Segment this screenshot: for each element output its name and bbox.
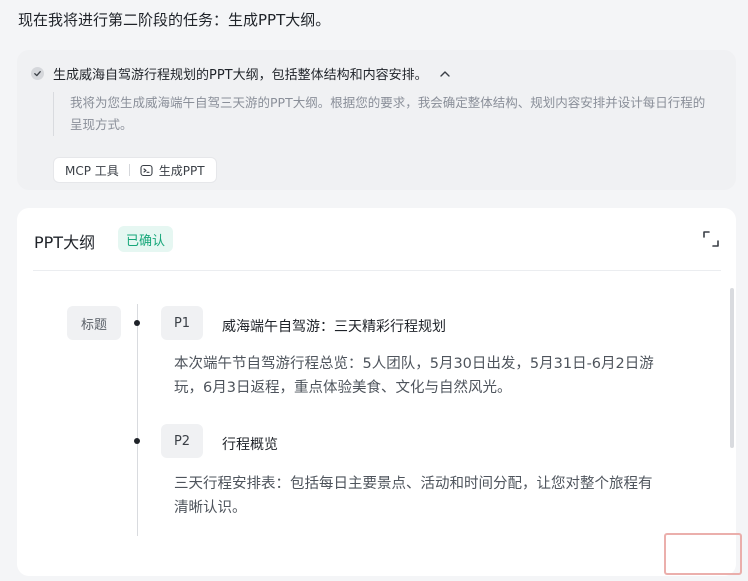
task-description: 我将为您生成威海端午自驾三天游的PPT大纲。根据您的要求，我会确定整体结构、规划… xyxy=(70,95,706,132)
intro-text: 现在我将进行第二阶段的任务：生成PPT大纲。 xyxy=(18,11,331,29)
timeline-line xyxy=(137,304,138,536)
mcp-tools-label: MCP 工具 xyxy=(65,163,119,178)
tool-label: 生成PPT xyxy=(158,163,205,178)
outline-card: PPT大纲 已确认 标题 P1 威海端午自驾游：三天精彩行程规划 本次端午节自驾… xyxy=(17,208,736,576)
task-panel: 生成威海自驾游行程规划的PPT大纲，包括整体结构和内容安排。 我将为您生成威海端… xyxy=(17,50,736,190)
chevron-up-icon[interactable] xyxy=(438,67,452,81)
page-tag: P2 xyxy=(161,424,203,458)
outline-title: PPT大纲 xyxy=(34,233,96,252)
terminal-icon xyxy=(140,164,153,177)
timeline-dot xyxy=(134,320,140,326)
slide-title: 行程概览 xyxy=(222,437,278,453)
expand-icon[interactable] xyxy=(702,230,720,248)
slide-description: 本次端午节自驾游行程总览：5人团队，5月30日出发，5月31日-6月2日游玩，6… xyxy=(174,356,654,396)
check-icon xyxy=(31,67,44,80)
status-badge: 已确认 xyxy=(118,226,174,252)
tool-separator xyxy=(128,164,130,176)
timeline-dot xyxy=(134,438,140,444)
section-tag: 标题 xyxy=(67,306,121,340)
task-heading: 生成威海自驾游行程规划的PPT大纲，包括整体结构和内容安排。 xyxy=(53,68,428,83)
watermark-stamp xyxy=(664,533,742,575)
slide-description: 三天行程安排表：包括每日主要景点、活动和时间分配，让您对整个旅程有清晰认识。 xyxy=(174,476,653,516)
page-tag: P1 xyxy=(161,306,203,340)
tool-chip[interactable]: MCP 工具 生成PPT xyxy=(53,157,217,183)
divider xyxy=(33,270,721,271)
slide-title: 威海端午自驾游：三天精彩行程规划 xyxy=(222,319,446,335)
scrollbar[interactable] xyxy=(730,288,734,448)
task-header[interactable]: 生成威海自驾游行程规划的PPT大纲，包括整体结构和内容安排。 xyxy=(31,64,452,83)
task-body: 我将为您生成威海端午自驾三天游的PPT大纲。根据您的要求，我会确定整体结构、规划… xyxy=(53,92,715,136)
